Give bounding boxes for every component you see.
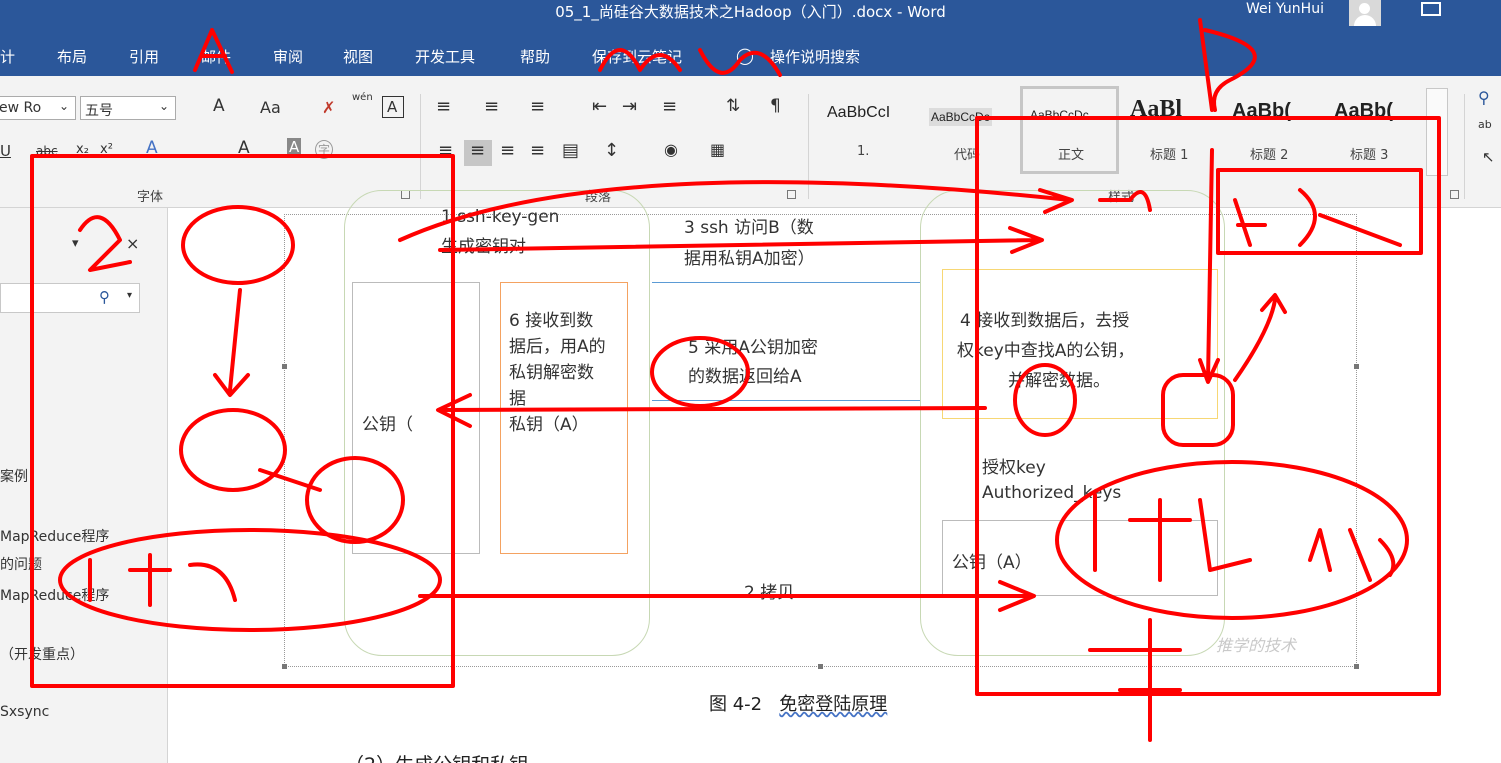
ink-char-gong — [78, 215, 132, 272]
ink-arrow-up — [1233, 293, 1287, 382]
ink-letter-b — [1198, 18, 1257, 112]
ink-circle-4 — [58, 528, 442, 632]
ink-circle-5 — [650, 336, 750, 408]
ink-one-plus-one — [88, 553, 237, 607]
ink-box-host-b — [975, 116, 1441, 696]
ink-arrow-step2 — [418, 580, 1036, 612]
ink-circle-1 — [181, 205, 295, 285]
ink-one-plus-one-right — [1093, 493, 1252, 582]
ink-scribble-top — [598, 48, 782, 77]
ink-arrow-step3 — [438, 226, 1044, 254]
ink-arrow-step5 — [436, 393, 987, 428]
ink-circle-6 — [1013, 363, 1077, 437]
ink-arrow-down-left — [213, 288, 250, 397]
ink-nots — [1308, 528, 1396, 582]
ink-char-one — [1088, 618, 1182, 742]
ink-a-gong — [1233, 188, 1402, 247]
ink-letter-a — [193, 28, 234, 74]
ink-scribble-b — [1098, 190, 1152, 212]
ink-arrow-down — [1198, 148, 1220, 384]
annotation-ink-overlay — [30, 18, 1441, 742]
ink-circle-7 — [1161, 373, 1235, 447]
ink-circle-3 — [305, 456, 405, 544]
ink-circle-2 — [179, 408, 287, 492]
ink-box-host-a — [30, 154, 455, 688]
ink-arrow-top — [398, 180, 1074, 242]
